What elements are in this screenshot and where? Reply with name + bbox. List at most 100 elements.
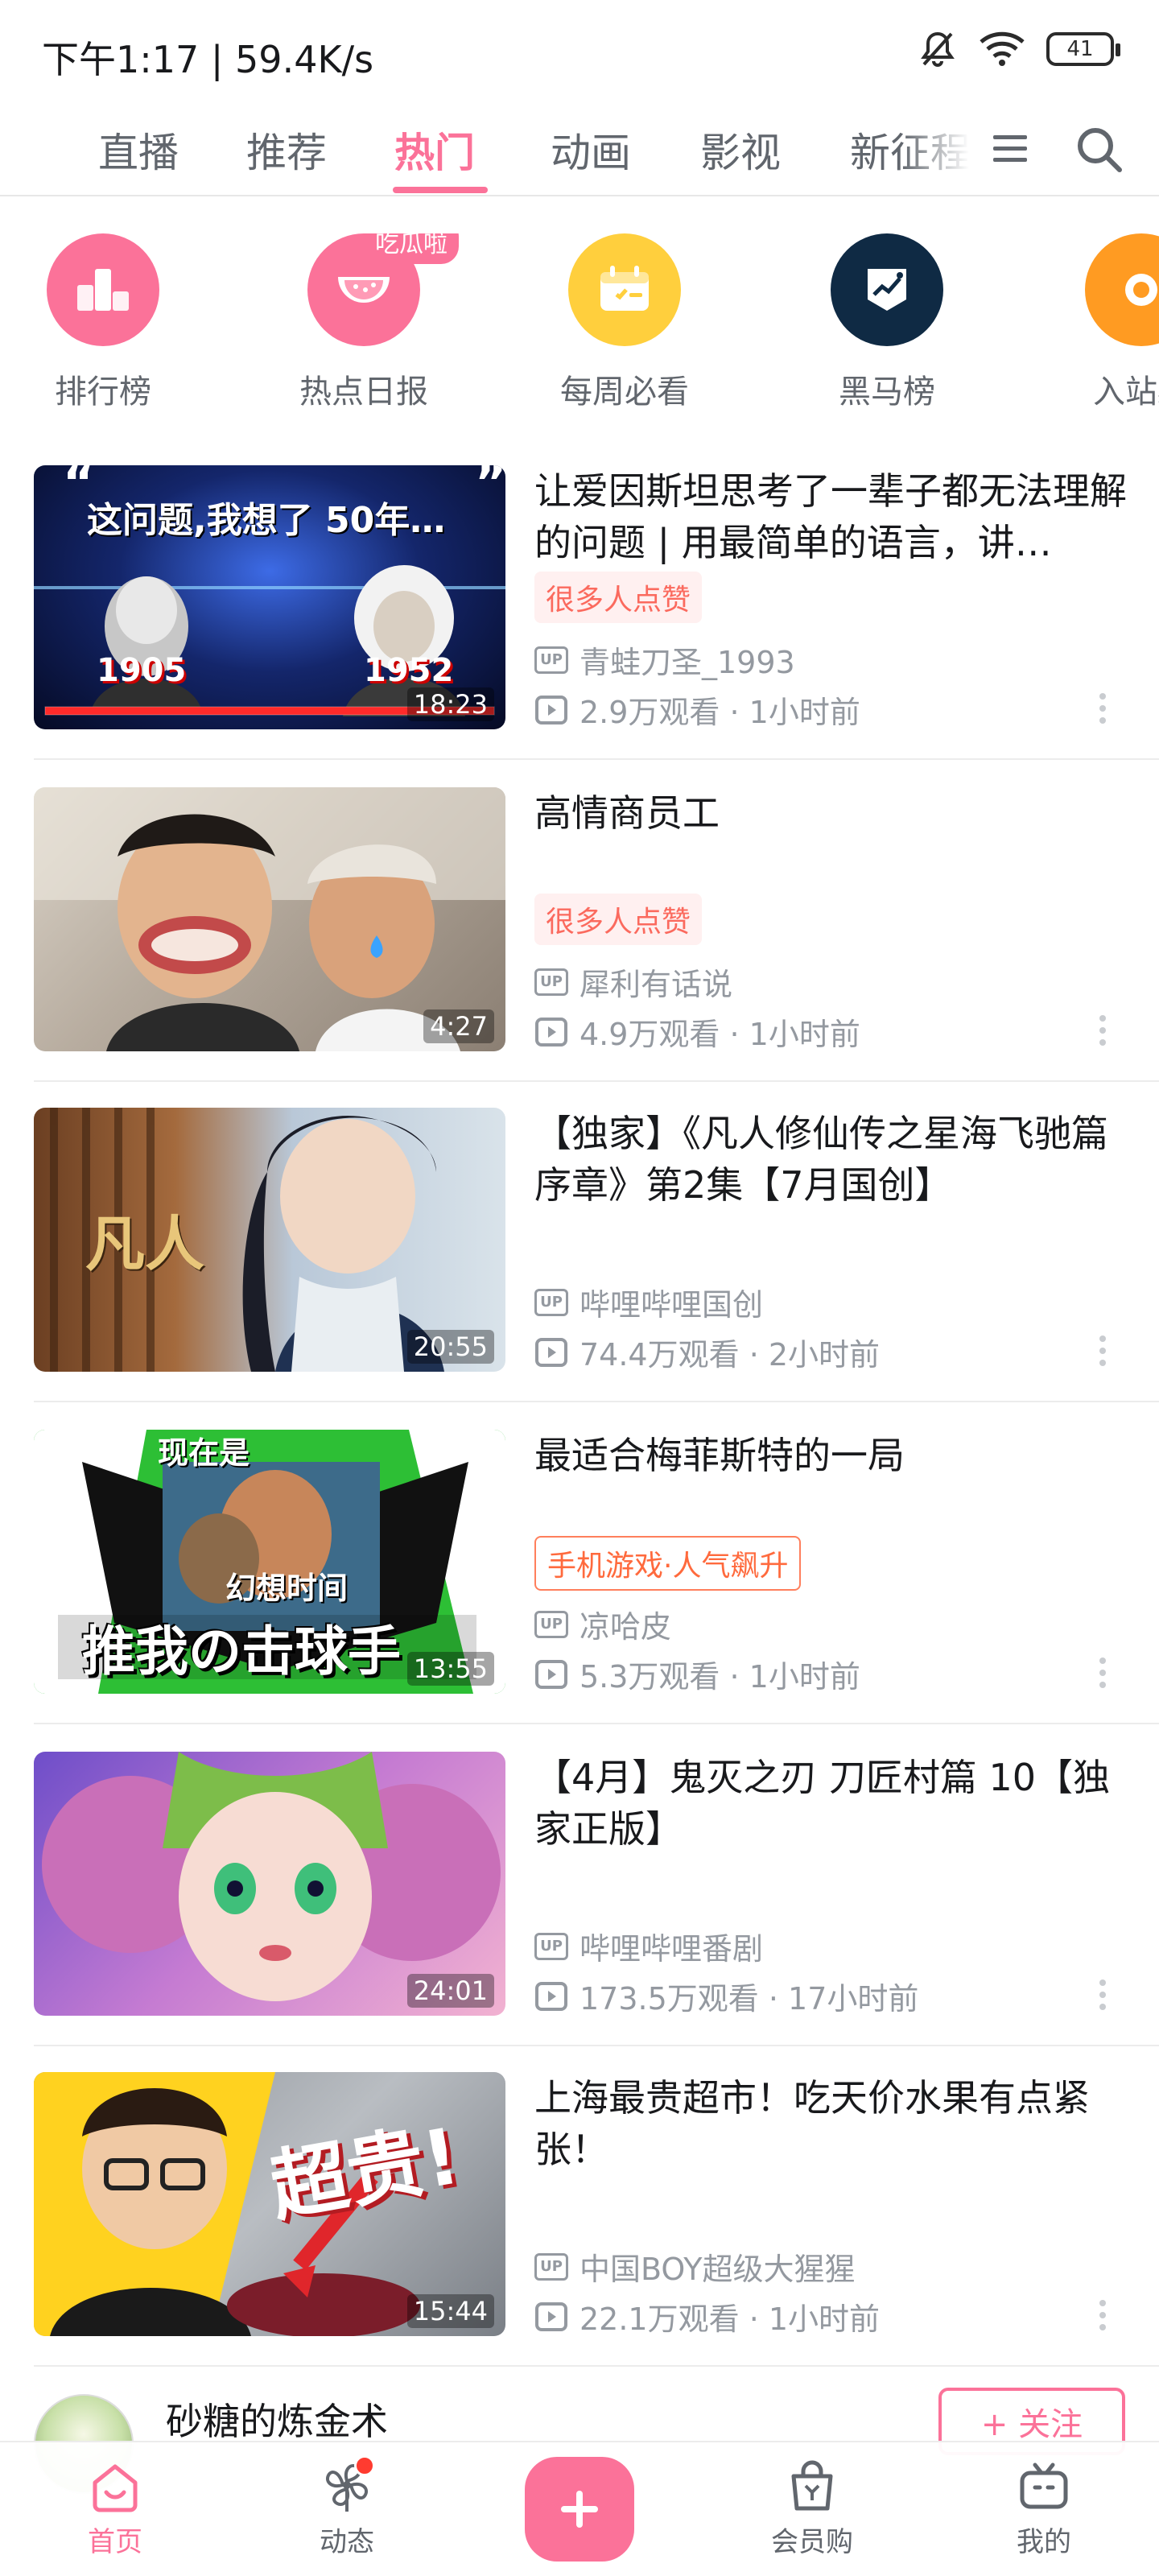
uploader-name: 中国BOY超级大猩猩 xyxy=(580,2252,856,2287)
video-uploader[interactable]: UP 哔哩哔哩番剧 xyxy=(534,1924,763,1968)
video-title[interactable]: 上海最贵超市！吃天价水果有点紧张！ xyxy=(534,2072,1130,2175)
video-uploader[interactable]: UP 犀利有话说 xyxy=(534,960,732,1004)
video-stats: 74.4万观看 · 2小时前 xyxy=(534,1330,880,1374)
uploader-name: 凉哈皮 xyxy=(580,1609,672,1645)
more-options-icon[interactable] xyxy=(1098,1657,1107,1689)
video-duration: 13:55 xyxy=(406,1652,494,1686)
video-duration: 20:55 xyxy=(406,1330,494,1364)
calendar-icon xyxy=(568,233,681,346)
play-count-icon xyxy=(535,1017,567,1046)
status-time: 下午1:17 | 59.4K/s xyxy=(42,38,374,81)
play-count-icon xyxy=(535,2301,567,2331)
nav-label: 会员购 xyxy=(771,2526,853,2558)
category-hot-daily[interactable]: 吃瓜啦 热点日报 xyxy=(275,233,459,412)
video-item[interactable]: “ ” 这问题,我想了 50年… 1905 1952 18:23 让爱因斯坦思考… xyxy=(0,465,1159,786)
tab-film[interactable]: 影视 xyxy=(700,121,781,179)
search-icon[interactable] xyxy=(1074,124,1125,175)
status-icons: 41 xyxy=(918,29,1120,69)
video-thumbnail[interactable]: 24:01 xyxy=(34,1752,505,2016)
video-thumbnail[interactable]: 凡人 20:55 xyxy=(34,1108,505,1372)
thumbnail-year-right: 1952 xyxy=(364,652,454,689)
status-bar: 下午1:17 | 59.4K/s 41 xyxy=(0,0,1159,97)
views-time: 173.5万观看 · 17小时前 xyxy=(580,1981,919,2017)
category-label: 黑马榜 xyxy=(839,374,935,411)
video-tag[interactable]: 手机游戏·人气飙升 xyxy=(534,1536,802,1591)
video-thumbnail[interactable]: 超贵! 15:44 xyxy=(34,2072,505,2336)
uploader-name: 哔哩哔哩国创 xyxy=(580,1287,764,1323)
divider xyxy=(34,1080,1159,1082)
more-options-icon[interactable] xyxy=(1098,2299,1107,2331)
category-weekly[interactable]: 每周必看 xyxy=(536,233,713,412)
tab-fade xyxy=(901,113,998,193)
mute-bell-icon xyxy=(921,31,955,67)
category-dark-horse[interactable]: 黑马榜 xyxy=(798,233,975,412)
video-thumbnail[interactable]: 现在是 幻想时间 推我の击球手 13:55 xyxy=(34,1430,505,1694)
views-time: 2.9万观看 · 1小时前 xyxy=(580,695,860,730)
divider xyxy=(34,2365,1159,2367)
nav-home[interactable]: 首页 xyxy=(55,2458,175,2559)
tv-icon xyxy=(1020,2462,1068,2509)
home-icon xyxy=(93,2464,138,2512)
video-uploader[interactable]: UP 哔哩哔哩国创 xyxy=(534,1280,763,1324)
wifi-icon xyxy=(980,31,1025,66)
video-item[interactable]: 凡人 20:55 【独家】《凡人修仙传之星海飞驰篇序章》第2集【7月国创】 UP… xyxy=(0,1108,1159,1428)
video-stats: 4.9万观看 · 1小时前 xyxy=(534,1009,860,1054)
video-item[interactable]: 24:01 【4月】鬼灭之刃 刀匠村篇 10【独家正版】 UP 哔哩哔哩番剧 1… xyxy=(0,1752,1159,2072)
views-time: 74.4万观看 · 2小时前 xyxy=(580,1337,881,1373)
tab-animation[interactable]: 动画 xyxy=(551,121,631,179)
video-duration: 4:27 xyxy=(423,1009,494,1043)
more-options-icon[interactable] xyxy=(1098,692,1107,724)
video-title[interactable]: 【独家】《凡人修仙传之星海飞驰篇序章》第2集【7月国创】 xyxy=(534,1108,1130,1211)
play-count-icon xyxy=(535,1981,567,2011)
video-title[interactable]: 让爱因斯坦思考了一辈子都无法理解的问题 | 用最简单的语言，讲… xyxy=(534,465,1130,568)
category-label: 入站必 xyxy=(1093,374,1159,411)
nav-label: 动态 xyxy=(320,2526,374,2558)
play-count-icon xyxy=(535,1659,567,1689)
video-stats: 2.9万观看 · 1小时前 xyxy=(534,687,860,732)
battery-level: 41 xyxy=(1066,37,1094,61)
thumbnail-caption: 这问题,我想了 50年… xyxy=(87,500,446,541)
video-title[interactable]: 【4月】鬼灭之刃 刀匠村篇 10【独家正版】 xyxy=(534,1752,1130,1855)
uploader-name[interactable]: 砂糖的炼金术 xyxy=(166,2392,388,2446)
video-uploader[interactable]: UP 中国BOY超级大猩猩 xyxy=(534,2244,855,2289)
tab-hot[interactable]: 热门 xyxy=(394,121,475,179)
category-must-watch[interactable]: 入站必 xyxy=(1053,233,1159,412)
more-options-icon[interactable] xyxy=(1098,1014,1107,1046)
category-ranking[interactable]: 排行榜 xyxy=(14,233,192,412)
trophy-chart-icon xyxy=(831,233,943,346)
up-icon: UP xyxy=(534,968,568,996)
category-label: 热点日报 xyxy=(299,374,428,411)
up-icon: UP xyxy=(534,1610,568,1638)
uploader-name: 青蛙刀圣_1993 xyxy=(580,645,795,680)
up-icon: UP xyxy=(534,646,568,674)
video-stats: 173.5万观看 · 17小时前 xyxy=(534,1974,918,2018)
video-thumbnail[interactable]: 4:27 xyxy=(34,787,505,1051)
video-title[interactable]: 高情商员工 xyxy=(534,787,1130,839)
thumbnail-caption-mid: 幻想时间 xyxy=(225,1571,349,1606)
nav-mine[interactable]: 我的 xyxy=(984,2458,1104,2559)
nav-dynamic[interactable]: 动态 xyxy=(287,2455,407,2559)
video-item[interactable]: 4:27 高情商员工 很多人点赞 UP 犀利有话说 4.9万观看 · 1小时前 xyxy=(0,787,1159,1108)
battery-icon: 41 xyxy=(1046,32,1120,66)
thumbnail-caption: 凡人 xyxy=(85,1210,204,1279)
video-title[interactable]: 最适合梅菲斯特的一局 xyxy=(534,1430,1130,1481)
video-item[interactable]: 超贵! 15:44 上海最贵超市！吃天价水果有点紧张！ UP 中国BOY超级大猩… xyxy=(0,2072,1159,2392)
video-uploader[interactable]: UP 青蛙刀圣_1993 xyxy=(534,638,795,682)
upload-button[interactable] xyxy=(525,2457,634,2562)
video-tag: 很多人点赞 xyxy=(534,572,703,623)
active-tab-indicator xyxy=(393,187,488,193)
shopping-bag-icon xyxy=(791,2460,833,2511)
up-icon: UP xyxy=(534,1932,568,1960)
more-options-icon[interactable] xyxy=(1098,1335,1107,1367)
more-options-icon[interactable] xyxy=(1098,1979,1107,2011)
category-badge: 吃瓜啦 xyxy=(364,233,459,264)
menu-icon[interactable] xyxy=(992,130,1029,167)
tab-recommend[interactable]: 推荐 xyxy=(246,121,327,179)
nav-member-shop[interactable]: 会员购 xyxy=(752,2458,872,2559)
up-icon: UP xyxy=(534,2252,568,2281)
video-uploader[interactable]: UP 凉哈皮 xyxy=(534,1602,671,1646)
views-time: 22.1万观看 · 1小时前 xyxy=(580,2301,881,2337)
tab-live[interactable]: 直播 xyxy=(98,121,179,179)
video-item[interactable]: 现在是 幻想时间 推我の击球手 13:55 最适合梅菲斯特的一局 手机游戏·人气… xyxy=(0,1430,1159,1750)
video-thumbnail[interactable]: “ ” 这问题,我想了 50年… 1905 1952 18:23 xyxy=(34,465,505,729)
